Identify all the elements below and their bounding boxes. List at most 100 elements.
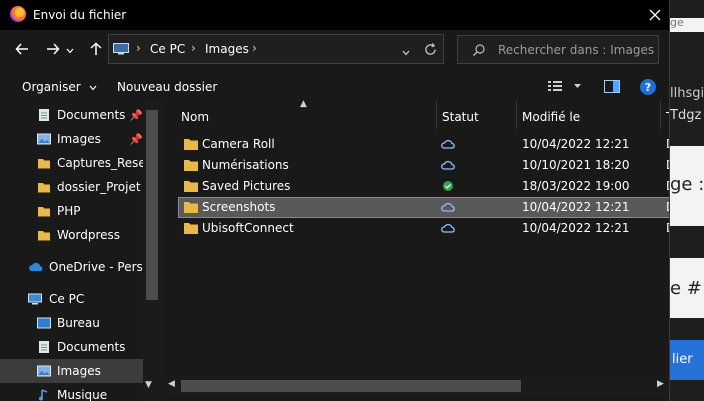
organise-label: Organiser [22,80,81,94]
new-folder-button[interactable]: Nouveau dossier [117,80,217,94]
column-divider[interactable] [516,101,517,129]
file-row-selected[interactable]: Screenshots 10/04/2022 12:21 D [178,197,669,218]
scroll-left-icon[interactable]: ◀ [168,379,175,389]
arrow-up-icon [90,42,102,55]
documents-icon [39,341,49,353]
scroll-right-icon[interactable]: ▶ [657,379,664,389]
file-type: D [666,179,669,193]
cloud-icon [441,139,455,149]
file-dialog: Envoi du fichier › Ce PC › Images › Rech… [0,0,670,401]
sidebar-item-label: Musique [57,388,108,401]
file-type: D [666,221,669,235]
file-row[interactable]: UbisoftConnect 10/04/2022 12:21 D [178,218,669,239]
sidebar-item-label: Documents [57,108,126,122]
forward-button[interactable] [41,37,65,61]
folder-icon [38,231,50,241]
folder-icon [38,207,50,217]
chevron-down-icon [66,48,74,54]
column-divider[interactable] [436,101,437,129]
up-button[interactable] [84,37,108,61]
sidebar-item-wordpress[interactable]: Wordpress [0,223,143,247]
sidebar-item-ce-pc[interactable]: Ce PC [0,287,143,311]
bg-text-5: e # [670,278,702,299]
address-dropdown[interactable] [402,45,410,59]
search-placeholder: Rechercher dans : Images [498,43,655,57]
recent-dropdown[interactable] [66,43,74,57]
file-row[interactable]: Saved Pictures 18/03/2022 19:00 D [178,176,669,197]
search-input[interactable]: Rechercher dans : Images [457,35,659,64]
scroll-down-icon[interactable]: ▼ [145,380,152,390]
arrow-left-icon [15,43,28,55]
bg-button[interactable]: lier [670,340,704,380]
sidebar-item-label: PHP [57,204,81,218]
close-icon [649,9,661,21]
chevron-down-icon [402,50,410,56]
back-button[interactable] [10,37,34,61]
sidebar-item-captures-reseau[interactable]: Captures_Reseau [0,151,161,175]
close-button[interactable] [644,4,666,26]
sidebar-item-musique[interactable]: Musique [0,383,143,401]
sidebar-item-bureau[interactable]: Bureau [0,311,143,335]
organise-button[interactable]: Organiser [22,80,97,94]
firefox-icon [10,6,26,22]
file-date: 10/04/2022 12:21 [522,137,630,151]
sidebar-item-php[interactable]: PHP [0,199,143,223]
address-bar[interactable]: › Ce PC › Images › [108,34,444,64]
file-name: Numérisations [202,158,289,172]
folder-icon [38,159,50,169]
chevron-down-icon [90,85,97,90]
synced-check-icon [443,181,453,191]
file-name: UbisoftConnect [202,221,294,235]
folder-icon [184,139,198,150]
refresh-button[interactable] [421,40,439,58]
pc-icon [28,293,42,305]
pin-icon: 📌 [129,133,143,146]
preview-pane-icon[interactable] [604,80,620,93]
documents-icon [39,109,49,121]
column-divider[interactable] [660,101,661,129]
sidebar-item-label: Wordpress [57,228,121,242]
sidebar-item-label: Bureau [57,316,100,330]
folder-icon [184,181,198,192]
file-type: D [666,200,669,214]
sidebar-item-images[interactable]: Images 📌 [0,127,143,151]
sidebar-item-images-2[interactable]: Images [0,359,143,383]
arrow-right-icon [47,43,60,55]
file-type: D [666,158,669,172]
bg-text-2: llhsgio [670,86,704,101]
sidebar-item-label: Images [57,132,101,146]
sidebar-scrollbar-thumb[interactable] [146,110,158,300]
breadcrumb-images[interactable]: Images [205,42,249,56]
sidebar-item-label: dossier_Projet [57,180,141,194]
file-date: 18/03/2022 19:00 [522,179,630,193]
folder-icon [184,202,198,213]
column-header-modified[interactable]: Modifié le [522,110,580,124]
file-date: 10/04/2022 12:21 [522,221,630,235]
file-row[interactable]: Numérisations 10/10/2021 18:20 D [178,155,669,176]
horizontal-scrollbar-thumb[interactable] [181,380,521,392]
column-header-status[interactable]: Statut [442,110,479,124]
bg-text-4: ge : [670,174,704,195]
sidebar-item-documents[interactable]: Documents 📌 [0,103,143,127]
sidebar-item-dossier-projet[interactable]: dossier_Projet [0,175,143,199]
file-date: 10/10/2021 18:20 [522,158,630,172]
sort-ascending-icon: ▲ [300,99,307,109]
sidebar-item-documents-2[interactable]: Documents [0,335,143,359]
file-row[interactable]: Camera Roll 10/04/2022 12:21 D [178,134,669,155]
pc-icon [113,43,129,55]
pin-icon: 📌 [129,109,143,122]
window-title: Envoi du fichier [33,8,127,22]
background-page: ge llhsgio Tdgz ge : e # lier [670,0,704,401]
sidebar-item-label: Ce PC [49,292,85,306]
view-options-icon[interactable] [548,79,588,93]
bg-text-1: ge [670,16,684,29]
column-header-type[interactable]: T [666,110,669,124]
folder-icon [38,183,50,193]
help-icon[interactable]: ? [640,79,656,95]
sidebar-item-onedrive[interactable]: OneDrive - Persor [0,255,155,279]
folder-icon [184,223,198,234]
column-header-name[interactable]: Nom [181,110,209,124]
breadcrumb-ce-pc[interactable]: Ce PC [150,42,185,56]
breadcrumb-separator: › [252,41,257,55]
refresh-icon [424,42,436,55]
